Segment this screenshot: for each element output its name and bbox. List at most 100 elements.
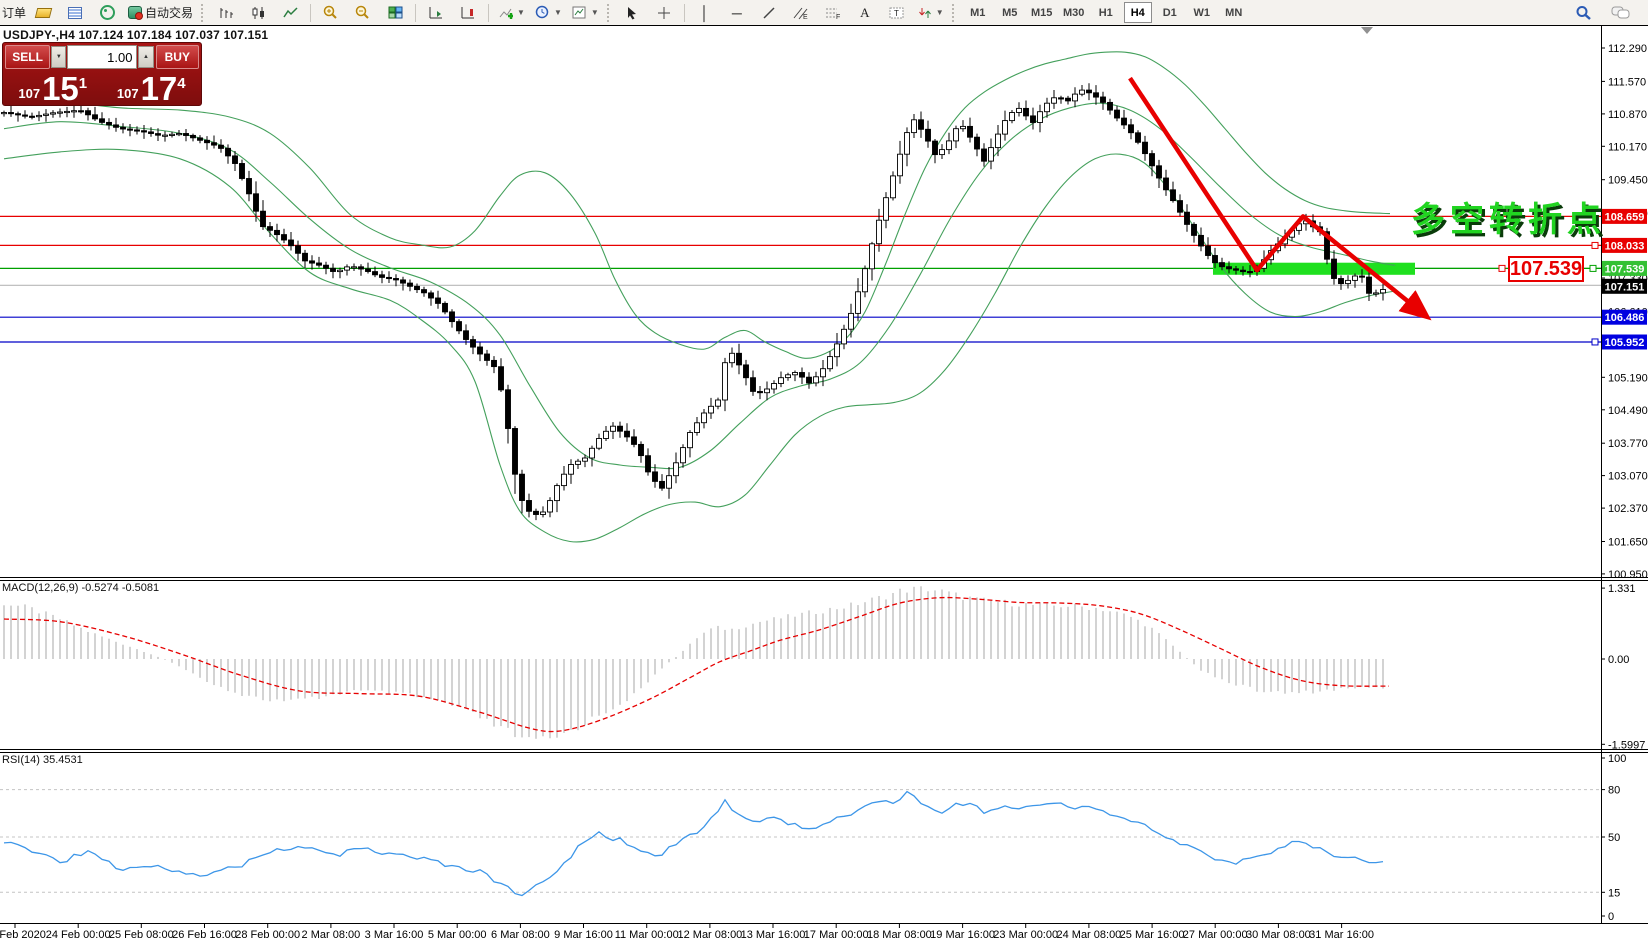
time-tick-label: 25 Mar 16:00 <box>1120 929 1185 941</box>
timeframe-d1[interactable]: D1 <box>1156 2 1184 23</box>
price-tick-label: 105.190 <box>1608 372 1648 384</box>
timeframe-mn[interactable]: MN <box>1220 2 1248 23</box>
rsi-axis-label: 100 <box>1608 753 1626 765</box>
chart-canvas: 112.290111.570110.870110.170109.450108.7… <box>0 0 1648 943</box>
top-toolbar: 订单 自动交易 ▼ ▼ ▼ │ ─ E F A <box>0 0 1648 25</box>
sell-price-button[interactable]: 107 15 1 <box>5 70 101 106</box>
time-tick-label: 30 Mar 08:00 <box>1246 929 1311 941</box>
indicators-button[interactable]: ▼ <box>494 1 529 24</box>
bar-chart-icon <box>219 6 234 20</box>
templates-button[interactable]: ▼ <box>568 1 603 24</box>
chat-button[interactable] <box>1606 1 1636 24</box>
trendline-tool-button[interactable] <box>754 1 784 24</box>
time-tick-label: 19 Mar 16:00 <box>930 929 995 941</box>
new-order-button[interactable] <box>28 1 58 24</box>
svg-text:T: T <box>894 9 899 18</box>
callout-left-handle[interactable] <box>1499 265 1505 271</box>
time-tick-label: 31 Mar 16:00 <box>1309 929 1374 941</box>
tile-windows-button[interactable] <box>380 1 410 24</box>
data-window-button[interactable] <box>92 1 122 24</box>
market-watch-icon <box>68 7 82 19</box>
timeframe-m15[interactable]: M15 <box>1028 2 1056 23</box>
cursor-arrow-icon <box>625 6 638 20</box>
chart-shift-marker-icon[interactable] <box>1361 27 1373 34</box>
timeframe-h4[interactable]: H4 <box>1124 2 1152 23</box>
vertical-line-icon: │ <box>700 6 709 20</box>
timeframe-m5[interactable]: M5 <box>996 2 1024 23</box>
fibonacci-icon: F <box>825 6 841 20</box>
svg-text:F: F <box>836 14 840 20</box>
toolbar-grip <box>201 4 207 22</box>
timeframe-m1[interactable]: M1 <box>964 2 992 23</box>
trendline-icon <box>762 6 776 20</box>
price-badge-label: 105.952 <box>1605 337 1645 349</box>
price-tick-label: 101.650 <box>1608 537 1648 549</box>
timeframe-h1[interactable]: H1 <box>1092 2 1120 23</box>
hline-handle[interactable] <box>1592 339 1598 345</box>
candlestick-chart-button[interactable] <box>243 1 273 24</box>
volume-input[interactable] <box>67 45 137 69</box>
horizontal-line-objects[interactable] <box>0 216 1601 342</box>
text-label-tool-button[interactable]: T <box>882 1 912 24</box>
sell-price-pips: 15 <box>42 74 79 104</box>
rsi-axis-label: 0 <box>1608 911 1614 923</box>
macd-indicator-label: MACD(12,26,9) -0.5274 -0.5081 <box>2 582 159 594</box>
volume-decrease-button[interactable]: ▼ <box>51 46 66 68</box>
sell-button[interactable]: SELL <box>5 45 50 69</box>
search-button[interactable] <box>1568 1 1598 24</box>
macd-axis-label: 1.331 <box>1608 583 1636 595</box>
buy-price-button[interactable]: 107 17 4 <box>104 70 200 106</box>
timeframe-m30[interactable]: M30 <box>1060 2 1088 23</box>
time-tick-label: 23 Mar 00:00 <box>993 929 1058 941</box>
bar-chart-button[interactable] <box>211 1 241 24</box>
order-menu-label[interactable]: 订单 <box>2 4 26 21</box>
time-tick-label: 13 Mar 16:00 <box>741 929 806 941</box>
chart-symbol-ohlc-line: USDJPY-,H4 107.124 107.184 107.037 107.1… <box>3 28 268 42</box>
line-chart-button[interactable] <box>275 1 305 24</box>
bull-bear-turning-point-annotation[interactable]: 多空转折点 <box>1411 192 1606 241</box>
text-tool-icon: A <box>860 5 869 21</box>
search-icon <box>1575 5 1592 21</box>
arrows-tool-button[interactable]: ▼ <box>914 1 948 24</box>
buy-price-pips: 17 <box>141 74 178 104</box>
market-watch-button[interactable] <box>60 1 90 24</box>
vertical-line-tool-button[interactable]: │ <box>690 1 720 24</box>
price-tick-label: 110.870 <box>1608 109 1647 121</box>
horizontal-line-tool-button[interactable]: ─ <box>722 1 752 24</box>
price-callout-label[interactable]: 107.539 <box>1508 256 1584 282</box>
volume-increase-button[interactable]: ▲ <box>138 46 153 68</box>
time-tick-label: 12 Mar 08:00 <box>677 929 742 941</box>
rsi-line <box>4 792 1383 896</box>
sell-price-point: 1 <box>79 75 87 92</box>
time-tick-label: 5 Mar 00:00 <box>428 929 487 941</box>
auto-trading-label: 自动交易 <box>145 4 193 21</box>
crosshair-icon <box>657 6 671 20</box>
cursor-tool-button[interactable] <box>617 1 647 24</box>
one-click-trading-panel: SELL ▼ ▲ BUY 107 15 1 107 17 4 <box>2 42 202 106</box>
auto-trading-button[interactable]: 自动交易 <box>124 1 197 24</box>
time-tick-label: 17 Mar 00:00 <box>804 929 869 941</box>
price-badge-label: 107.151 <box>1605 281 1645 293</box>
chart-shift-button[interactable] <box>453 1 483 24</box>
zoom-in-button[interactable] <box>316 1 346 24</box>
zoom-out-button[interactable] <box>348 1 378 24</box>
radar-icon <box>100 5 115 20</box>
auto-scroll-button[interactable] <box>421 1 451 24</box>
timeframes-button[interactable]: ▼ <box>531 1 566 24</box>
price-badge-label: 107.539 <box>1605 263 1645 275</box>
hline-handle[interactable] <box>1592 242 1598 248</box>
price-tick-label: 112.290 <box>1608 43 1647 55</box>
fibonacci-tool-button[interactable]: F <box>818 1 848 24</box>
price-badge-label: 108.659 <box>1605 211 1645 223</box>
time-tick-label: 11 Mar 00:00 <box>615 929 679 941</box>
text-tool-button[interactable]: A <box>850 1 880 24</box>
buy-button[interactable]: BUY <box>156 45 199 69</box>
timeframe-w1[interactable]: W1 <box>1188 2 1216 23</box>
price-tick-label: 103.770 <box>1608 438 1648 450</box>
clock-icon <box>535 5 550 20</box>
buy-price-figure: 107 <box>117 86 139 101</box>
crosshair-tool-button[interactable] <box>649 1 679 24</box>
callout-right-handle[interactable] <box>1590 265 1596 271</box>
channel-tool-button[interactable]: E <box>786 1 816 24</box>
rsi-axis-label: 15 <box>1608 887 1620 899</box>
